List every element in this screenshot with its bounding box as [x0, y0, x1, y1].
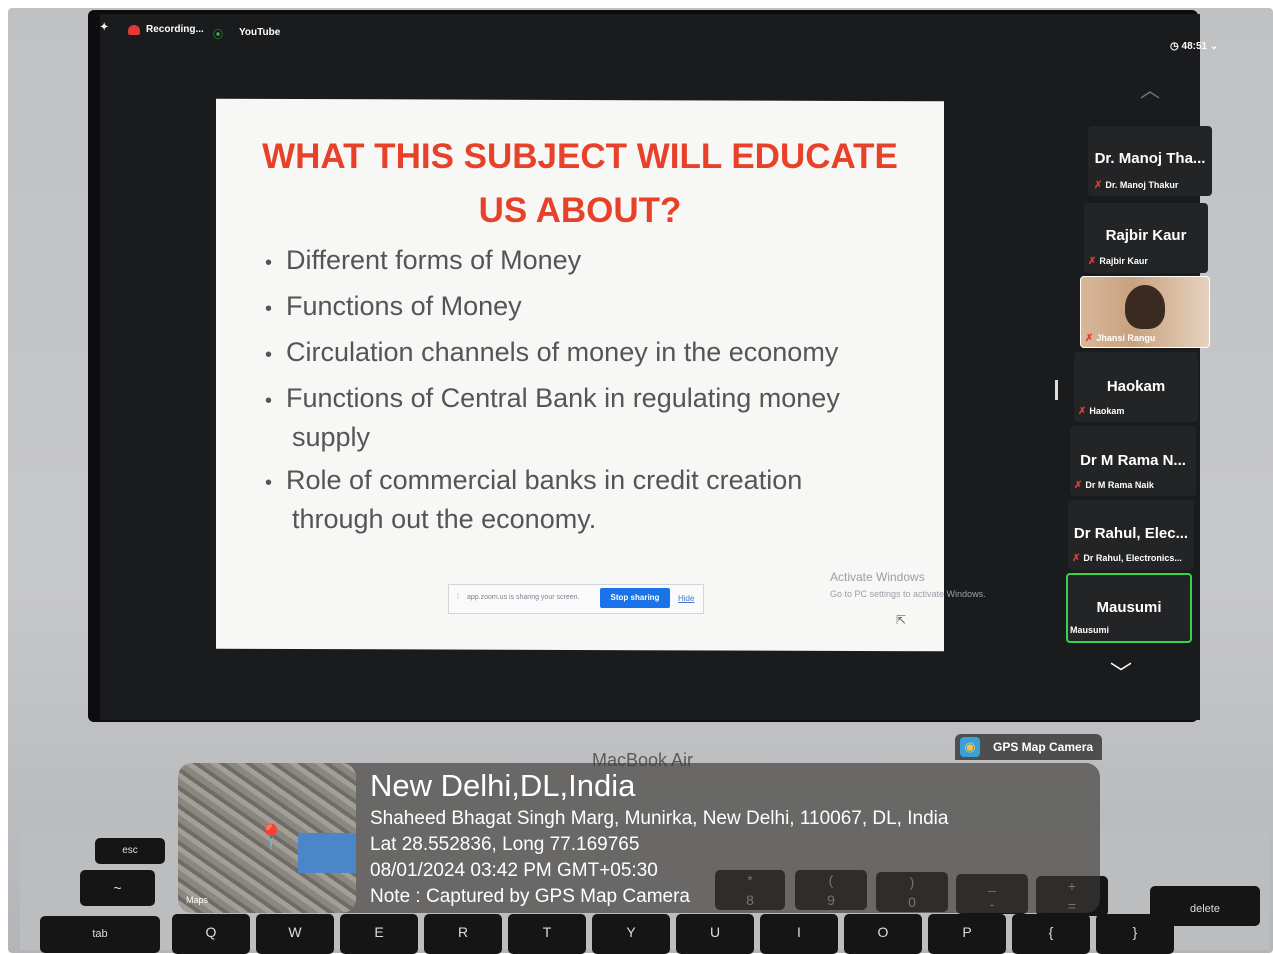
gps-badge-label: GPS Map Camera	[993, 740, 1094, 754]
participant-tile[interactable]: Rajbir Kaur ✗ Rajbir Kaur	[1084, 203, 1208, 273]
hide-link[interactable]: Hide	[678, 594, 694, 603]
mic-muted-icon: ✗	[1078, 406, 1087, 417]
participant-name: Haokam	[1089, 406, 1125, 416]
participant-label: ✗ Dr Rahul, Electronics...	[1072, 553, 1182, 564]
bullet-text: Circulation channels of money in the eco…	[286, 337, 839, 367]
participant-tile[interactable]: Dr M Rama N... ✗ Dr M Rama Naik	[1070, 426, 1196, 496]
bullet-icon: •	[265, 252, 273, 274]
bullet-text: Role of commercial banks in credit creat…	[286, 465, 803, 495]
participant-name: Dr. Manoj Thakur	[1105, 180, 1179, 190]
participant-label: ✗ Jhansi Rangu	[1085, 333, 1155, 344]
chevron-down-icon[interactable]: ﹀	[1110, 656, 1132, 688]
activate-windows-title: Activate Windows	[830, 570, 925, 584]
slide-bullet: • Functions of Money	[265, 288, 885, 327]
mic-muted-icon: ✗	[1094, 180, 1103, 191]
gps-note: Note : Captured by GPS Map Camera	[370, 886, 690, 907]
participant-tile[interactable]: Dr Rahul, Elec... ✗ Dr Rahul, Electronics…	[1068, 500, 1194, 570]
key-o[interactable]: O	[844, 914, 922, 954]
chevron-up-icon[interactable]: ︿	[1140, 74, 1160, 103]
participant-display-name: Rajbir Kaur	[1105, 227, 1187, 244]
slide-bullet: • Circulation channels of money in the ec…	[265, 334, 885, 373]
gps-app-badge: ◉ GPS Map Camera	[955, 734, 1102, 760]
bullet-icon: •	[265, 344, 273, 366]
key-delete[interactable]: delete	[1150, 886, 1260, 926]
mic-muted-icon: ✗	[1074, 480, 1083, 491]
live-icon: ⦿	[213, 30, 223, 41]
key-esc[interactable]: esc	[95, 838, 165, 864]
drag-handle-icon[interactable]: ⁞	[457, 594, 459, 601]
maps-logo: Maps	[186, 895, 209, 905]
participant-display-name: Mausumi	[1096, 599, 1162, 616]
share-message: app.zoom.us is sharing your screen.	[467, 594, 580, 601]
cursor-icon: ⇱	[896, 613, 907, 627]
gps-camera-icon: ◉	[960, 737, 980, 757]
slide-title: WHAT THIS SUBJECT WILL EDUCATE US ABOUT?	[250, 130, 910, 238]
key-q[interactable]: Q	[172, 914, 250, 954]
participant-label: ✗ Haokam	[1078, 406, 1124, 417]
participant-display-name: Haokam	[1106, 378, 1166, 395]
participant-label: ✗ Rajbir Kaur	[1088, 256, 1148, 267]
key-p[interactable]: P	[928, 914, 1006, 954]
gps-address: Shaheed Bhagat Singh Marg, Munirka, New …	[370, 808, 949, 829]
slide-title-line2: US ABOUT?	[478, 191, 682, 230]
bullet-icon: •	[265, 298, 273, 320]
timer: ◷ 48:51 ⌄	[1170, 41, 1219, 52]
recording-cloud-icon	[128, 25, 140, 35]
participant-name: Dr M Rama Naik	[1085, 480, 1154, 490]
participant-display-name: Dr. Manoj Tha...	[1094, 150, 1206, 167]
slide-bullet: • Role of commercial banks in credit crea…	[265, 462, 885, 537]
mic-muted-icon: ✗	[1085, 333, 1094, 344]
participant-tile-active-speaker[interactable]: Mausumi Mausumi	[1066, 573, 1192, 643]
timer-value: 48:51	[1181, 41, 1208, 52]
recording-label[interactable]: Recording...	[146, 24, 204, 35]
participant-name: Jhansi Rangu	[1096, 333, 1156, 343]
slide-title-line1: WHAT THIS SUBJECT WILL EDUCATE	[262, 137, 898, 176]
slide-bullet: • Functions of Central Bank in regulating…	[265, 380, 885, 455]
participant-name: Dr Rahul, Electronics...	[1083, 553, 1182, 563]
slide-bullet: • Different forms of Money	[265, 242, 885, 281]
key-t[interactable]: T	[508, 914, 586, 954]
bullet-icon: •	[265, 472, 273, 494]
participant-name: Rajbir Kaur	[1099, 256, 1148, 266]
key-u[interactable]: U	[676, 914, 754, 954]
key-tab[interactable]: tab	[40, 916, 160, 953]
participant-display-name: Dr Rahul, Elec...	[1073, 525, 1189, 542]
participant-display-name: Dr M Rama N...	[1080, 452, 1186, 469]
participant-label: ✗ Dr. Manoj Thakur	[1094, 180, 1178, 191]
bullet-text-continued: through out the economy.	[292, 504, 597, 534]
gps-map-thumbnail: 📍 Maps	[178, 763, 356, 913]
participant-label: ✗ Dr M Rama Naik	[1074, 480, 1154, 491]
mic-muted-icon: ✗	[1088, 256, 1097, 267]
key-y[interactable]: Y	[592, 914, 670, 954]
bullet-text-continued: supply	[292, 422, 371, 452]
bullet-icon: •	[265, 390, 273, 412]
gps-datetime: 08/01/2024 03:42 PM GMT+05:30	[370, 860, 658, 881]
youtube-label[interactable]: YouTube	[239, 27, 280, 38]
gps-coordinates: Lat 28.552836, Long 77.169765	[370, 834, 640, 855]
key-i[interactable]: I	[760, 914, 838, 954]
map-pin-icon: 📍	[256, 824, 286, 851]
participant-video-person	[1125, 285, 1165, 329]
key-e[interactable]: E	[340, 914, 418, 954]
key-tilde[interactable]: ~	[80, 870, 155, 906]
participant-tile[interactable]: Haokam ✗ Haokam	[1074, 352, 1198, 422]
bullet-text: Functions of Money	[286, 291, 522, 321]
participant-video-tile[interactable]: ✗ Jhansi Rangu	[1080, 276, 1210, 348]
key-open-brace[interactable]: {	[1012, 914, 1090, 954]
mic-muted-icon: ✗	[1072, 553, 1081, 564]
activate-windows-subtitle: Go to PC settings to activate Windows.	[830, 589, 986, 599]
participant-tile[interactable]: Dr. Manoj Tha... ✗ Dr. Manoj Thakur	[1088, 126, 1212, 196]
bullet-text: Different forms of Money	[286, 245, 582, 275]
bullet-text: Functions of Central Bank in regulating …	[286, 383, 840, 413]
scrollbar-handle[interactable]	[1055, 380, 1058, 400]
key-r[interactable]: R	[424, 914, 502, 954]
stop-sharing-button[interactable]: Stop sharing	[600, 588, 670, 608]
gps-city: New Delhi,DL,India	[370, 768, 636, 803]
sparkle-icon: ✦	[100, 22, 109, 33]
participant-name: Mausumi	[1070, 625, 1110, 635]
key-w[interactable]: W	[256, 914, 334, 954]
map-water-area	[298, 833, 356, 873]
